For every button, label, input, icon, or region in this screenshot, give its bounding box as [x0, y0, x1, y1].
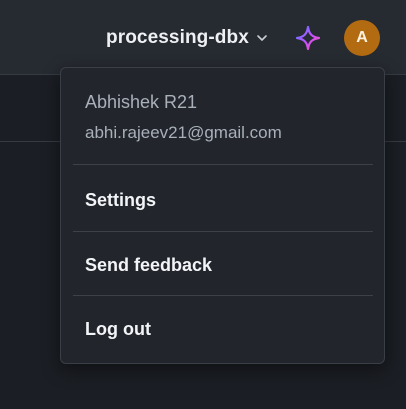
avatar[interactable]: A — [344, 20, 380, 56]
user-email: abhi.rajeev21@gmail.com — [85, 123, 282, 142]
sparkle-icon[interactable] — [294, 24, 322, 52]
menu-item-send-feedback[interactable]: Send feedback — [61, 245, 384, 285]
menu-item-log-out[interactable]: Log out — [61, 309, 384, 349]
chevron-down-icon — [257, 35, 267, 41]
menu-item-settings[interactable]: Settings — [61, 180, 384, 220]
menu-divider — [73, 295, 373, 296]
user-menu-dropdown: Abhishek R21 abhi.rajeev21@gmail.com Set… — [60, 67, 385, 364]
menu-divider — [73, 231, 373, 232]
workspace-switcher[interactable]: processing-dbx — [106, 24, 269, 52]
workspace-name: processing-dbx — [106, 27, 249, 48]
top-bar: processing-dbx A — [0, 0, 406, 75]
user-name: Abhishek R21 — [85, 92, 198, 112]
menu-divider — [73, 164, 373, 165]
